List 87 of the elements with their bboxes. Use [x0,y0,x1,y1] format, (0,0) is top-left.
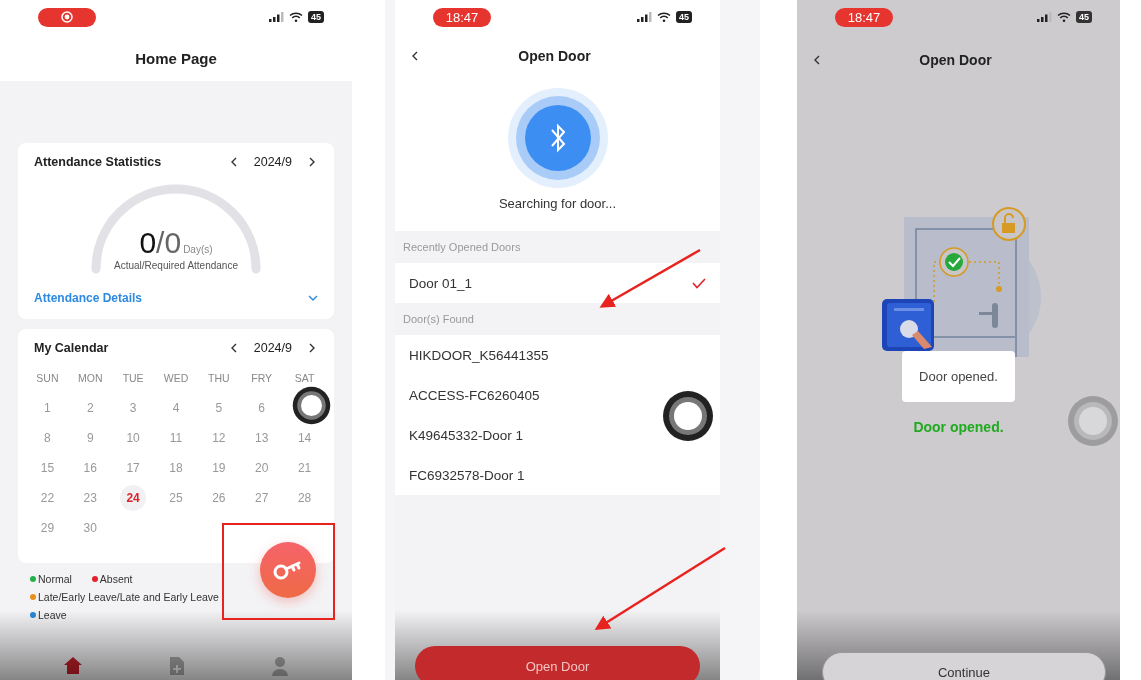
status-time: 18:47 [835,7,893,27]
attendance-details-link[interactable]: Attendance Details [34,291,143,305]
status-time: 18:47 [433,7,491,27]
calendar-day[interactable]: 17 [120,455,147,481]
calendar-day[interactable]: 3 [120,395,147,421]
calendar-day[interactable]: 2 [77,395,104,421]
battery-level: 45 [676,11,692,23]
calendar-day[interactable]: 20 [248,455,275,481]
calendar-day[interactable]: 30 [77,515,104,541]
calendar-day[interactable]: 12 [205,425,232,451]
required-days: /0 [156,226,182,260]
calendar-day[interactable]: 9 [77,425,104,451]
calendar-day[interactable]: 4 [163,395,189,421]
toast-message: Door opened. [902,351,1015,402]
person-tab-icon[interactable] [271,656,289,676]
battery-level: 45 [308,11,324,23]
gauge-caption: Actual/Required Attendance [114,260,238,271]
calendar-day[interactable]: 23 [77,485,104,511]
calendar-day[interactable]: 29 [34,515,61,541]
wifi-icon [289,12,303,22]
touch-indicator-icon [662,390,714,442]
chevron-left-icon [229,343,238,353]
document-add-tab-icon[interactable] [169,656,185,676]
calendar-day[interactable]: 5 [205,395,232,421]
chevron-left-icon [229,157,238,167]
screen-title: Open Door [918,52,993,68]
section-header: Recently Opened Doors [402,240,522,255]
legend-label: Absent [99,573,133,585]
calendar-day[interactable]: 8 [34,425,61,451]
signal-icon [269,12,284,22]
weekday-label: FRY [251,371,273,386]
continue-button[interactable]: Continue [822,652,1106,680]
page-title: Home Page [134,49,218,69]
signal-icon [1037,12,1052,22]
screen-title: Open Door [517,48,592,64]
key-icon [273,559,303,581]
calendar-day[interactable]: 14 [291,425,318,451]
calendar-day[interactable]: 25 [163,485,189,511]
calendar-day[interactable]: 28 [291,485,318,511]
month-label: 2024/9 [253,155,292,169]
legend-label: Late/Early Leave/Late and Early Leave [38,591,219,603]
weekday-label: SUN [36,371,59,386]
weekday-label: TUE [122,371,144,386]
checkmark-icon [692,277,706,289]
calendar-day[interactable]: 18 [163,455,189,481]
calendar-day[interactable]: 24 [120,485,147,511]
actual-days: 0 [139,226,157,260]
open-door-button[interactable]: Open Door [415,646,700,680]
calendar-day[interactable]: 6 [248,395,275,421]
card-title: Attendance Statistics [34,155,163,169]
calendar-day[interactable]: 1 [34,395,61,421]
chevron-down-icon [308,293,318,303]
key-button[interactable] [260,542,316,598]
section-header: Door(s) Found [402,312,475,327]
calendar-day[interactable]: 21 [291,455,318,481]
calendar-day[interactable]: 13 [248,425,275,451]
weekday-label: WED [163,371,189,386]
home-tab-icon[interactable] [63,656,83,674]
chevron-left-icon [411,51,419,61]
touch-indicator-icon [292,386,331,425]
calendar-day[interactable]: 16 [77,455,104,481]
calendar-day[interactable]: 11 [163,425,189,451]
legend-label: Leave [38,609,67,621]
calendar-day[interactable]: 15 [34,455,61,481]
weekday-label: SAT [294,371,315,386]
battery-level: 45 [1076,11,1092,23]
calendar-day[interactable]: 22 [34,485,61,511]
wifi-icon [657,12,671,22]
chevron-right-icon [308,343,316,353]
screen-record-indicator [38,7,96,27]
bluetooth-scan-icon [507,88,608,188]
calendar-day[interactable]: 10 [120,425,147,451]
searching-status: Searching for door... [498,196,617,211]
calendar-day[interactable]: 27 [248,485,275,511]
weekday-label: THU [208,371,230,386]
signal-icon [637,12,652,22]
success-message: Door opened. [913,419,1004,435]
calendar-day[interactable]: 19 [205,455,232,481]
chevron-left-icon [813,55,821,65]
unit-label: Day(s) [183,244,213,255]
chevron-right-icon [308,157,316,167]
card-title: My Calendar [34,341,110,355]
weekday-label: MON [78,371,103,386]
month-label: 2024/9 [253,341,292,355]
wifi-icon [1057,12,1071,22]
legend-label: Normal [38,573,72,585]
calendar-day[interactable]: 26 [205,485,232,511]
